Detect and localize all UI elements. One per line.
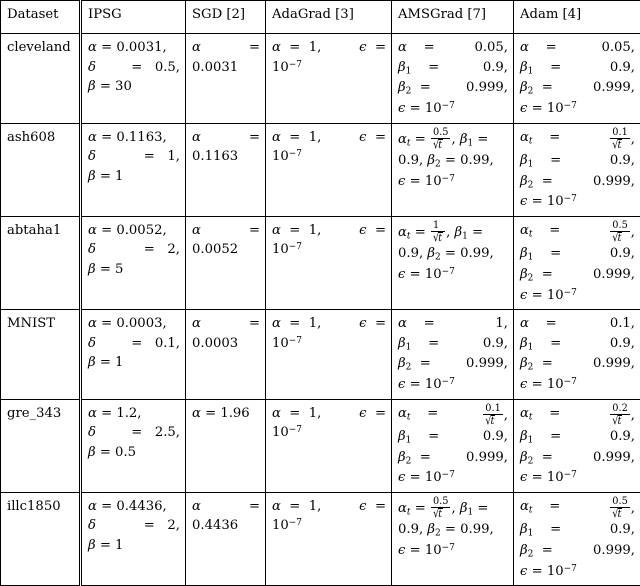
cell-adam-params: αt =0.5√t,β1 =0.9,β2 =0.999,ϵ = 10−7 [514,216,640,309]
table-row: illc1850α = 0.4436,δ= 2,β = 1α=0.4436α =… [1,492,640,585]
column-header-amsgrad: AMSGrad [7] [392,1,514,34]
cell-ipsg-params: α = 0.0003,δ= 0.1,β = 1 [81,310,186,400]
table-row: clevelandα = 0.0031,δ= 0.5,β = 30α=0.003… [1,34,640,124]
cell-amsgrad-params: αt = 1√t, β1 = 0.9, β2 = 0.99,ϵ = 10−7 [392,216,514,309]
column-header-adagrad: AdaGrad [3] [266,1,392,34]
cell-amsgrad-params: αt = 0.5√t, β1 = 0.9, β2 = 0.99,ϵ = 10−7 [392,492,514,585]
cell-amsgrad-params: αt = 0.5√t, β1 = 0.9, β2 = 0.99,ϵ = 10−7 [392,123,514,216]
cell-adam-params: αt =0.2√t,β1 =0.9,β2 =0.999,ϵ = 10−7 [514,399,640,492]
cell-adam-params: α =0.1,β1 =0.9,β2 =0.999,ϵ = 10−7 [514,310,640,400]
table-row: ash608α = 0.1163,δ= 1,β = 1α=0.1163α = 1… [1,123,640,216]
cell-ipsg-params: α = 0.0052,δ= 2,β = 5 [81,216,186,309]
cell-ipsg-params: α = 0.0031,δ= 0.5,β = 30 [81,34,186,124]
cell-sgd-params: α=0.0003 [186,310,266,400]
table-row: MNISTα = 0.0003,δ= 0.1,β = 1α=0.0003α = … [1,310,640,400]
column-header-dataset: Dataset [1,1,81,34]
cell-amsgrad-params: αt =0.1√t,β1 =0.9,β2 =0.999,ϵ = 10−7 [392,399,514,492]
cell-amsgrad-params: α =1,β1 =0.9,β2 =0.999,ϵ = 10−7 [392,310,514,400]
column-header-ipsg: IPSG [81,1,186,34]
cell-sgd-params: α=0.0031 [186,34,266,124]
cell-sgd-params: α=0.1163 [186,123,266,216]
cell-dataset-name: MNIST [1,310,81,400]
cell-sgd-params: α=0.4436 [186,492,266,585]
cell-adagrad-params: α = 1,ϵ =10−7 [266,216,392,309]
cell-sgd-params: α = 1.96 [186,399,266,492]
cell-dataset-name: abtaha1 [1,216,81,309]
header-row: Dataset IPSG SGD [2] AdaGrad [3] AMSGrad… [1,1,640,34]
cell-dataset-name: cleveland [1,34,81,124]
cell-dataset-name: illc1850 [1,492,81,585]
cell-adagrad-params: α = 1,ϵ =10−7 [266,399,392,492]
hyperparameter-table: Dataset IPSG SGD [2] AdaGrad [3] AMSGrad… [0,0,640,586]
column-header-sgd: SGD [2] [186,1,266,34]
cell-adam-params: αt =0.5√t,β1 =0.9,β2 =0.999,ϵ = 10−7 [514,492,640,585]
cell-dataset-name: ash608 [1,123,81,216]
cell-adagrad-params: α = 1,ϵ =10−7 [266,34,392,124]
cell-adagrad-params: α = 1,ϵ =10−7 [266,123,392,216]
cell-adagrad-params: α = 1,ϵ =10−7 [266,310,392,400]
cell-dataset-name: gre_343 [1,399,81,492]
table-row: gre_343α = 1.2,δ= 2.5,β = 0.5α = 1.96α =… [1,399,640,492]
cell-amsgrad-params: α =0.05,β1 =0.9,β2 =0.999,ϵ = 10−7 [392,34,514,124]
cell-ipsg-params: α = 1.2,δ= 2.5,β = 0.5 [81,399,186,492]
cell-adam-params: αt =0.1√t,β1 =0.9,β2 =0.999,ϵ = 10−7 [514,123,640,216]
parameter-table-container: Dataset IPSG SGD [2] AdaGrad [3] AMSGrad… [0,0,640,518]
table-row: abtaha1α = 0.0052,δ= 2,β = 5α=0.0052α = … [1,216,640,309]
table-body: clevelandα = 0.0031,δ= 0.5,β = 30α=0.003… [1,34,640,586]
cell-sgd-params: α=0.0052 [186,216,266,309]
cell-ipsg-params: α = 0.4436,δ= 2,β = 1 [81,492,186,585]
table-header: Dataset IPSG SGD [2] AdaGrad [3] AMSGrad… [1,1,640,34]
cell-adam-params: α =0.05,β1 =0.9,β2 =0.999,ϵ = 10−7 [514,34,640,124]
cell-ipsg-params: α = 0.1163,δ= 1,β = 1 [81,123,186,216]
cell-adagrad-params: α = 1,ϵ =10−7 [266,492,392,585]
column-header-adam: Adam [4] [514,1,640,34]
